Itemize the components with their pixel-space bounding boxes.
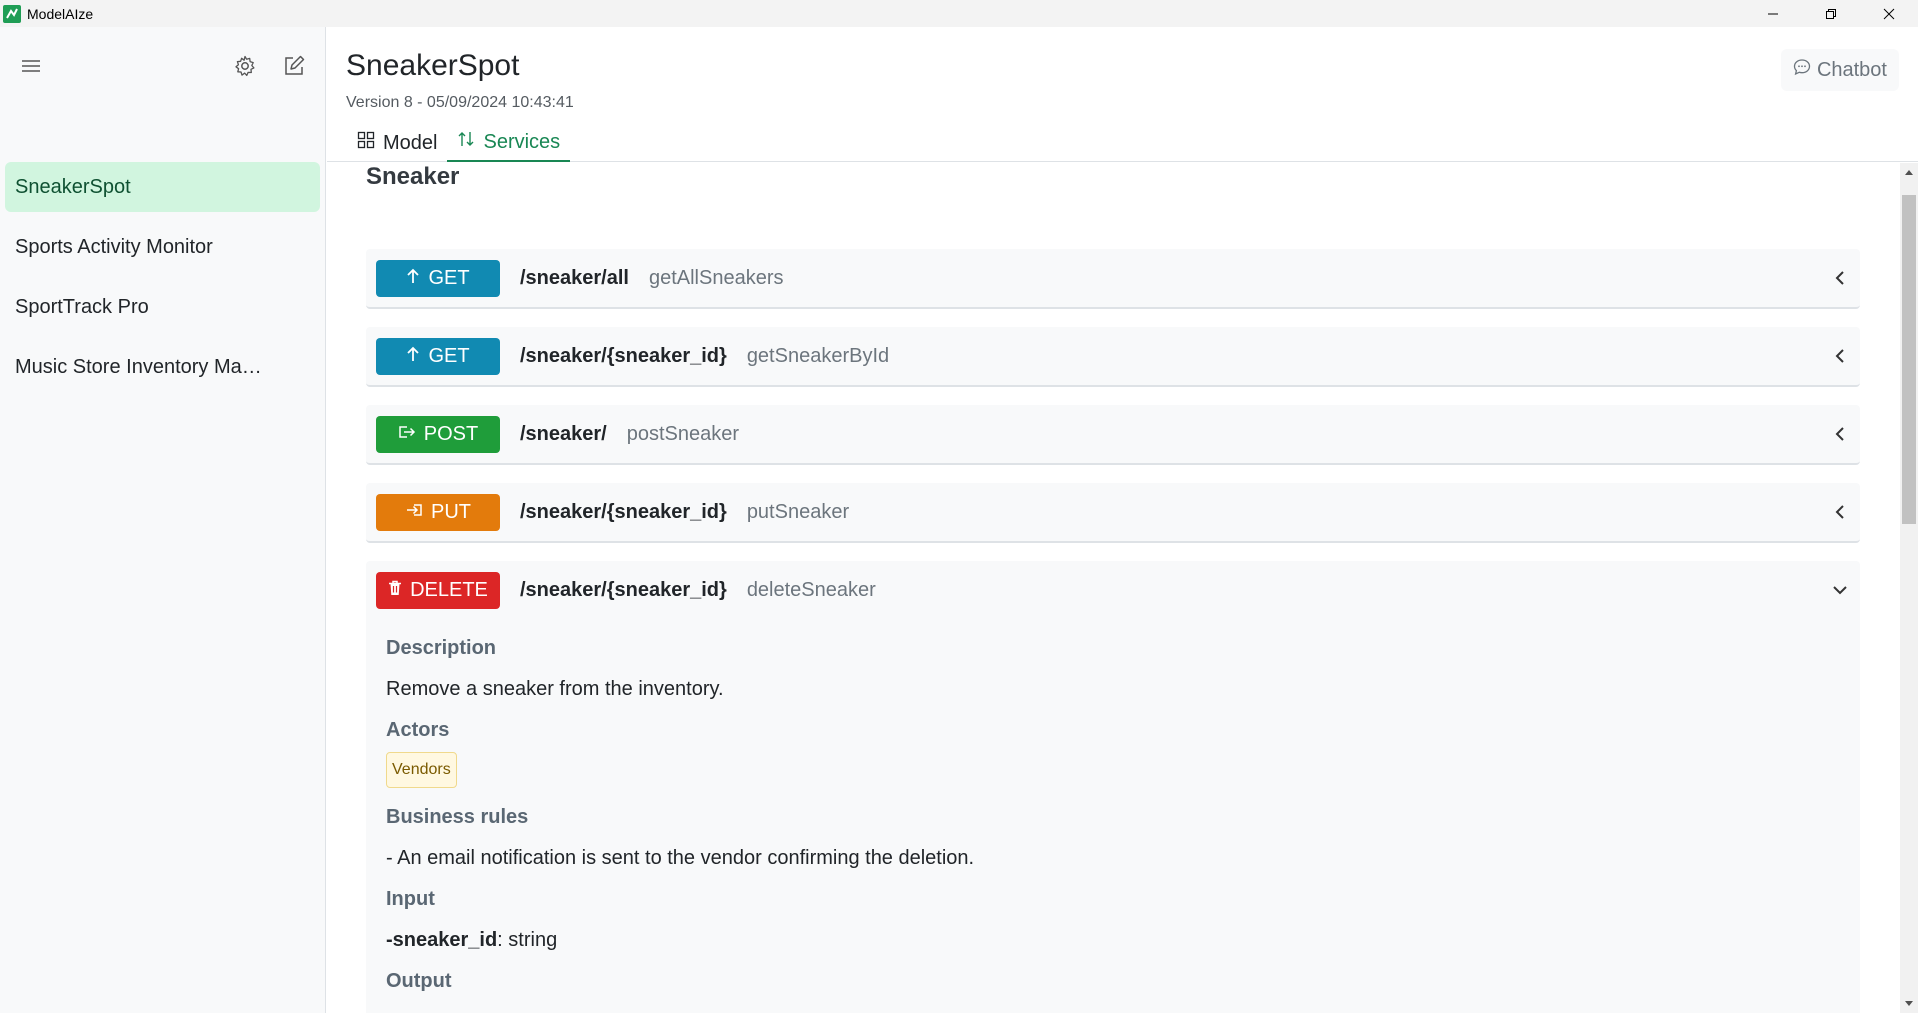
input-param-type: : string <box>497 929 558 951</box>
chevron-left-icon[interactable] <box>1828 500 1852 524</box>
box-arrow-in-icon <box>405 501 423 524</box>
sidebar: SneakerSpot Sports Activity Monitor Spor… <box>0 27 326 1013</box>
trash-icon <box>388 579 402 602</box>
service-name: postSneaker <box>626 422 740 445</box>
method-label: POST <box>423 422 479 445</box>
method-label: GET <box>428 266 470 289</box>
edit-icon[interactable] <box>279 51 309 81</box>
minimize-button[interactable] <box>1744 0 1802 27</box>
method-badge: DELETE <box>376 571 500 609</box>
service-path: /sneaker/{sneaker_id} <box>520 344 727 367</box>
restore-button[interactable] <box>1802 0 1860 27</box>
chat-bubble-icon <box>1793 58 1811 82</box>
description-text: Remove a sneaker from the inventory. <box>386 678 724 700</box>
project-item-sports-activity-monitor[interactable]: Sports Activity Monitor <box>5 222 320 272</box>
project-label: Music Store Inventory Ma… <box>15 355 262 378</box>
method-badge: GET <box>376 259 500 297</box>
service-row[interactable]: PUT /sneaker/{sneaker_id} putSneaker <box>366 483 1860 543</box>
scroll-up-arrow-icon[interactable] <box>1900 163 1918 181</box>
tab-bar: Model Services <box>347 124 571 162</box>
close-button[interactable] <box>1860 0 1918 27</box>
service-row[interactable]: GET /sneaker/all getAllSneakers <box>366 249 1860 309</box>
project-list: SneakerSpot Sports Activity Monitor Spor… <box>0 162 325 392</box>
main-panel: SneakerSpot Version 8 - 05/09/2024 10:43… <box>327 27 1918 1013</box>
service-path: /sneaker/{sneaker_id} <box>520 500 727 523</box>
actor-badge: Vendors <box>386 752 457 788</box>
project-item-music-store-inventory[interactable]: Music Store Inventory Ma… <box>5 342 320 392</box>
input-param-name: -sneaker_id <box>386 929 498 951</box>
project-label: SneakerSpot <box>15 175 131 198</box>
scroll-down-arrow-icon[interactable] <box>1900 995 1918 1013</box>
page-header: SneakerSpot Version 8 - 05/09/2024 10:43… <box>327 27 1918 162</box>
app-title: ModelAIze <box>27 5 94 22</box>
tab-model[interactable]: Model <box>347 124 447 162</box>
project-label: Sports Activity Monitor <box>15 235 213 258</box>
arrows-up-down-icon <box>457 130 475 154</box>
tab-label: Model <box>383 131 438 154</box>
services-content: Sneaker GET /sneaker/all getAllSneakers … <box>327 163 1900 1013</box>
service-path: /sneaker/all <box>520 266 629 289</box>
output-label: Output <box>386 970 452 992</box>
method-label: PUT <box>431 500 471 523</box>
chevron-left-icon[interactable] <box>1828 422 1852 446</box>
chevron-left-icon[interactable] <box>1828 344 1852 368</box>
chevron-down-icon[interactable] <box>1828 578 1852 602</box>
project-item-sneakerspot[interactable]: SneakerSpot <box>5 162 320 212</box>
service-row-expanded[interactable]: DELETE /sneaker/{sneaker_id} deleteSneak… <box>366 561 1860 1013</box>
business-rules-label: Business rules <box>386 806 529 828</box>
input-param: -sneaker_id: string <box>386 929 1840 952</box>
gear-icon[interactable] <box>230 51 260 81</box>
version-info: Version 8 - 05/09/2024 10:43:41 <box>346 94 574 111</box>
actors-label: Actors <box>386 719 450 741</box>
arrow-up-icon <box>406 267 420 290</box>
method-badge: PUT <box>376 493 500 531</box>
tab-label: Services <box>483 130 561 153</box>
service-path: /sneaker/{sneaker_id} <box>520 578 727 601</box>
service-row[interactable]: GET /sneaker/{sneaker_id} getSneakerById <box>366 327 1860 387</box>
chatbot-label: Chatbot <box>1816 58 1887 81</box>
arrow-up-icon <box>406 345 420 368</box>
service-name: deleteSneaker <box>746 578 876 601</box>
input-label: Input <box>386 888 435 910</box>
grid-icon <box>357 131 375 155</box>
chevron-left-icon[interactable] <box>1828 266 1852 290</box>
service-name: getSneakerById <box>746 344 890 367</box>
business-rule-text: - An email notification is sent to the v… <box>386 847 975 869</box>
section-title: Sneaker <box>366 163 460 190</box>
chatbot-button[interactable]: Chatbot <box>1780 49 1899 91</box>
service-name: getAllSneakers <box>648 266 784 289</box>
description-label: Description <box>386 637 497 659</box>
menu-icon[interactable] <box>16 51 46 81</box>
service-details: Description Remove a sneaker from the in… <box>366 637 1860 993</box>
method-badge: POST <box>376 415 500 453</box>
page-title: SneakerSpot <box>346 49 520 82</box>
service-path: /sneaker/ <box>520 422 607 445</box>
app-logo-icon <box>2 4 22 24</box>
project-item-sporttrack-pro[interactable]: SportTrack Pro <box>5 282 320 332</box>
service-row[interactable]: POST /sneaker/ postSneaker <box>366 405 1860 465</box>
method-label: GET <box>428 344 470 367</box>
scroll-thumb[interactable] <box>1902 195 1916 524</box>
service-name: putSneaker <box>746 500 850 523</box>
vertical-scrollbar[interactable] <box>1900 163 1918 1013</box>
title-bar: ModelAIze <box>0 0 1918 27</box>
project-label: SportTrack Pro <box>15 295 149 318</box>
tab-services[interactable]: Services <box>447 124 571 162</box>
method-badge: GET <box>376 337 500 375</box>
box-arrow-right-icon <box>398 423 416 446</box>
method-label: DELETE <box>410 578 488 601</box>
